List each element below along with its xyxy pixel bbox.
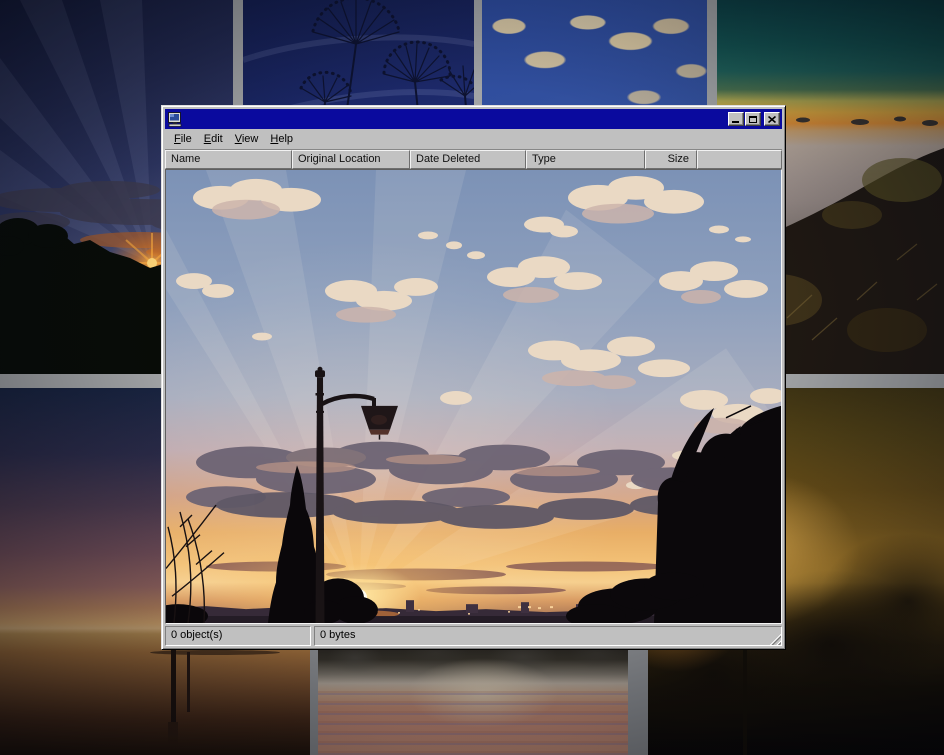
column-header-name[interactable]: Name bbox=[165, 150, 292, 169]
recycle-bin-window: FileEditViewHelp NameOriginal LocationDa… bbox=[161, 105, 786, 650]
status-object-count: 0 object(s) bbox=[165, 626, 311, 646]
pole-reflection bbox=[168, 722, 178, 748]
list-view-area[interactable] bbox=[165, 169, 782, 624]
win95-computer-icon bbox=[167, 112, 183, 127]
water-pole bbox=[187, 652, 190, 712]
column-header-date-deleted[interactable]: Date Deleted bbox=[410, 150, 526, 169]
close-icon bbox=[768, 116, 776, 123]
menu-item-view[interactable]: View bbox=[229, 131, 265, 148]
close-button[interactable] bbox=[764, 112, 780, 126]
column-header-size[interactable]: Size bbox=[645, 150, 697, 169]
menu-item-file[interactable]: File bbox=[168, 131, 198, 148]
maximize-icon bbox=[749, 116, 757, 123]
sunset-lamppost-photo bbox=[166, 170, 781, 623]
menu-item-help[interactable]: Help bbox=[264, 131, 299, 148]
status-bar: 0 object(s) 0 bytes bbox=[165, 624, 782, 646]
cloud-streak bbox=[150, 650, 280, 655]
desktop: { "window": { "title": "", "icon": "win9… bbox=[0, 0, 944, 755]
pink-ripples bbox=[318, 688, 628, 755]
column-header-row: NameOriginal LocationDate DeletedTypeSiz… bbox=[165, 150, 782, 169]
title-bar[interactable] bbox=[165, 109, 782, 129]
water-pole bbox=[171, 648, 176, 722]
maximize-button[interactable] bbox=[745, 112, 761, 126]
minimize-icon bbox=[732, 121, 739, 123]
column-header-original-location[interactable]: Original Location bbox=[292, 150, 410, 169]
minimize-button[interactable] bbox=[728, 112, 744, 126]
menu-bar: FileEditViewHelp bbox=[165, 129, 782, 150]
menu-item-edit[interactable]: Edit bbox=[198, 131, 229, 148]
status-total-size: 0 bytes bbox=[314, 626, 782, 646]
column-header-type[interactable]: Type bbox=[526, 150, 645, 169]
column-header-blank[interactable] bbox=[697, 150, 782, 169]
